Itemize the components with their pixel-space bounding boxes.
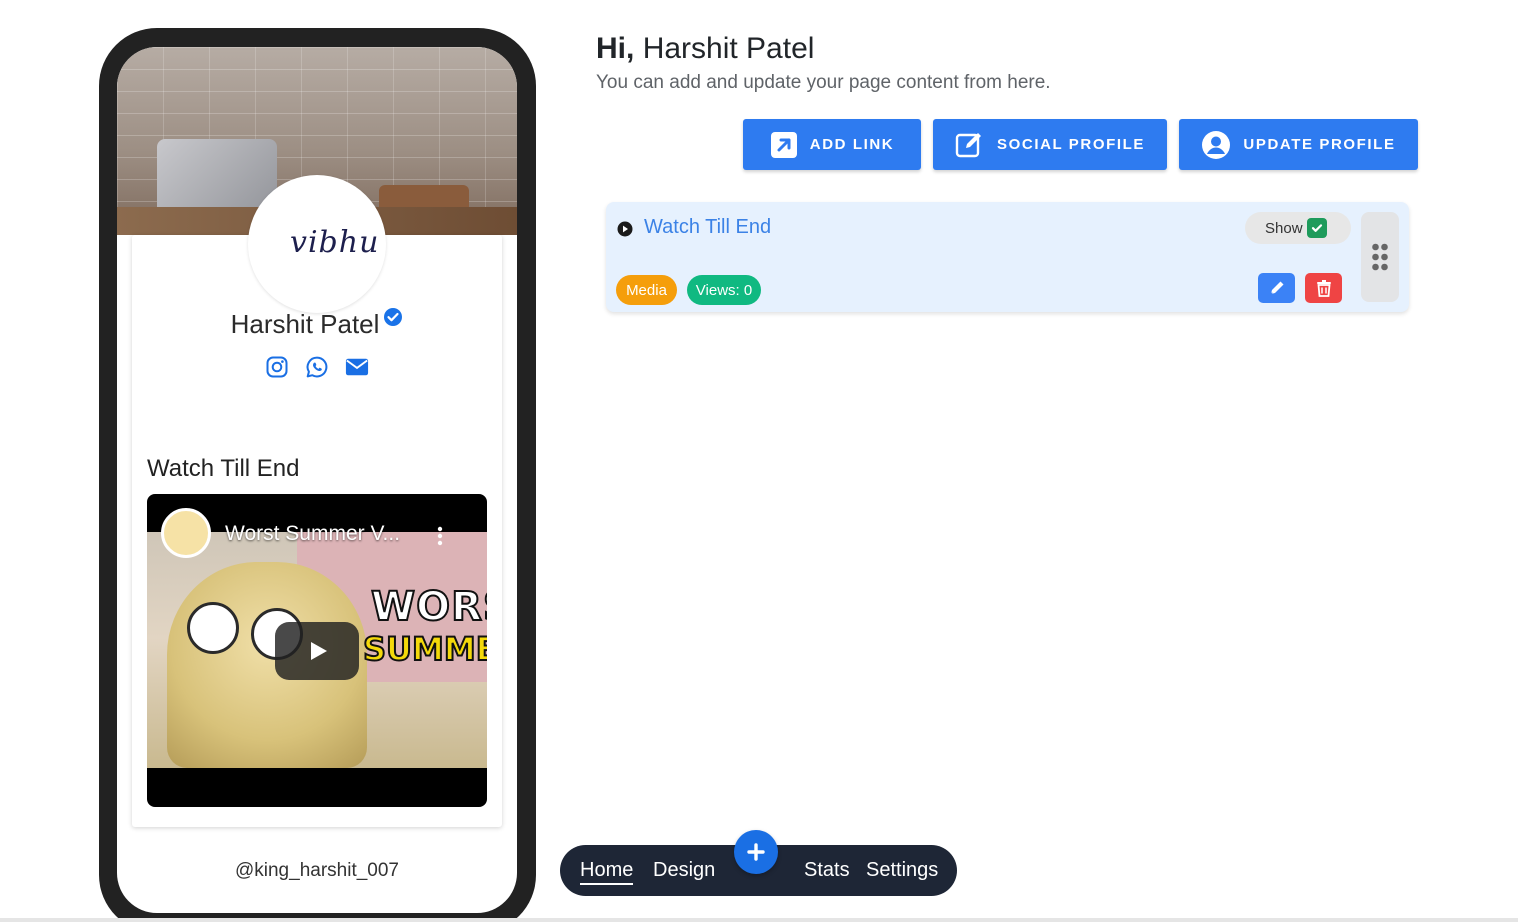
video-play-button[interactable] [275,622,359,680]
channel-avatar[interactable] [161,508,211,558]
preview-block-title: Watch Till End [147,455,300,482]
social-profile-button[interactable]: SOCIAL PROFILE [933,119,1167,170]
video-menu-icon[interactable] [437,526,443,546]
thumbnail-text-summer: SUMMER [362,629,487,669]
visibility-toggle[interactable]: Show [1245,212,1351,244]
update-profile-button[interactable]: UPDATE PROFILE [1179,119,1418,170]
nav-stats[interactable]: Stats [804,859,850,882]
plus-icon [747,843,765,861]
page-title: Hi, Harshit Patel [596,32,814,66]
phone-screen: vibhu Harshit Patel Watch Till End WOR S… [117,47,517,913]
link-item[interactable]: Watch Till End Show Media Views: 0 [606,202,1409,312]
add-content-button[interactable] [734,830,778,874]
social-profile-label: SOCIAL PROFILE [997,136,1145,153]
greeting-prefix: Hi, [596,32,635,65]
drag-dots-icon [1372,243,1388,271]
play-circle-icon [617,221,633,242]
media-badge: Media [616,275,677,305]
nav-home[interactable]: Home [580,859,634,885]
add-link-label: ADD LINK [809,136,895,153]
instagram-icon[interactable] [265,355,289,379]
page-subtitle: You can add and update your page content… [596,72,1051,93]
profile-name: Harshit Patel [230,309,380,339]
envelope-icon[interactable] [345,355,369,379]
visibility-label: Show [1265,219,1303,237]
checkbox-checked-icon[interactable] [1306,218,1327,238]
profile-name-row: Harshit Patel [117,308,517,340]
user-circle-icon [1202,130,1231,159]
drag-handle[interactable] [1361,212,1399,302]
pencil-icon [1270,281,1283,295]
video-embed[interactable]: WORST SUMMER Worst Summer V... [147,494,487,807]
avatar-signature: vibhu [290,225,380,260]
avatar: vibhu [248,175,386,313]
play-icon [311,642,327,660]
edit-link-button[interactable] [1258,273,1295,303]
phone-preview: vibhu Harshit Patel Watch Till End WOR S… [99,28,536,922]
greeting-name: Harshit Patel [642,32,815,65]
bottom-divider [0,918,1518,922]
nav-settings[interactable]: Settings [866,859,938,882]
external-link-icon [770,131,797,158]
delete-link-button[interactable] [1305,273,1342,303]
trash-icon [1316,280,1331,297]
profile-handle: @king_harshit_007 [234,860,399,881]
video-title[interactable]: Worst Summer V... [225,522,400,546]
nav-design[interactable]: Design [653,859,715,882]
edit-square-icon [955,132,982,157]
link-title[interactable]: Watch Till End [644,216,771,239]
whatsapp-icon[interactable] [305,355,329,379]
add-link-button[interactable]: ADD LINK [743,119,921,170]
views-badge: Views: 0 [687,275,761,305]
social-links [117,355,517,379]
thumbnail-text-worst: WORST [370,583,487,631]
update-profile-label: UPDATE PROFILE [1243,136,1396,153]
verified-badge-icon [383,303,403,334]
